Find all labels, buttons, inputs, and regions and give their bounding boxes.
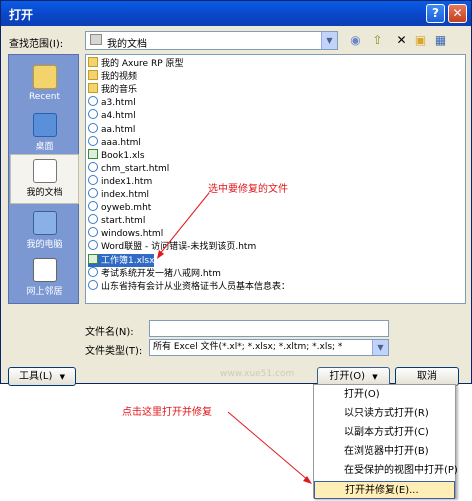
annotation-arrow-repair	[227, 411, 312, 484]
